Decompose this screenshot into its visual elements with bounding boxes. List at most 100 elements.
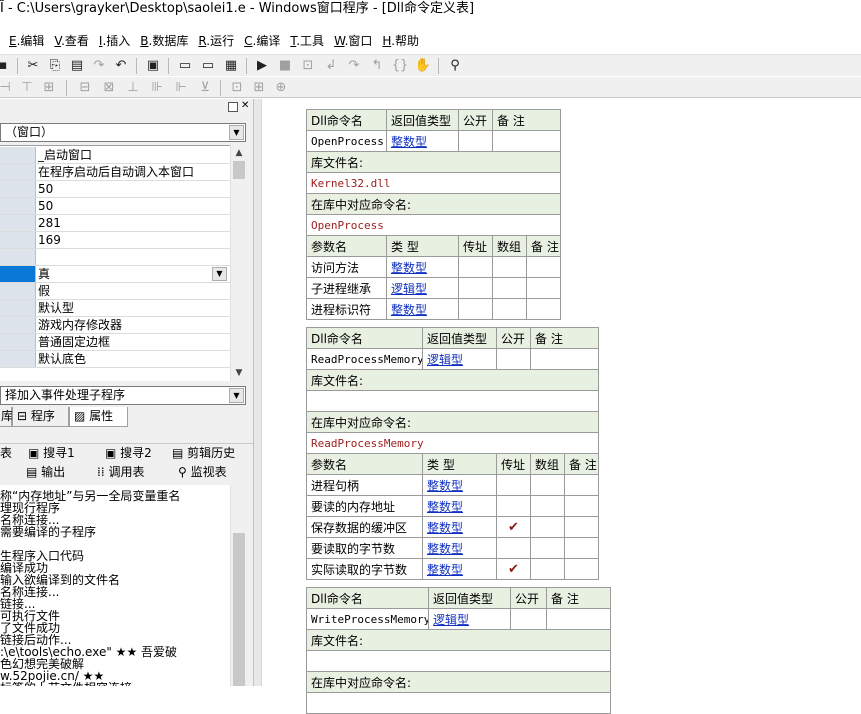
dll-name-value[interactable]: ReadProcessMemory bbox=[306, 348, 423, 370]
param-note[interactable] bbox=[563, 495, 600, 517]
return-type-value[interactable]: 整数型 bbox=[386, 130, 459, 152]
byref-cell[interactable] bbox=[496, 537, 531, 559]
chevron-down-icon[interactable]: ▼ bbox=[212, 267, 227, 281]
panel-float-icon[interactable] bbox=[228, 102, 238, 112]
run-icon[interactable]: ▶ bbox=[253, 57, 271, 75]
hand-icon[interactable]: ✋ bbox=[414, 57, 432, 75]
param-row[interactable]: 要读取的字节数 整数型 bbox=[306, 537, 600, 559]
param-name[interactable]: 进程标识符 bbox=[306, 298, 387, 320]
center-vertical-icon[interactable]: ⊻ bbox=[196, 79, 214, 97]
param-type[interactable]: 整数型 bbox=[386, 298, 459, 320]
param-type[interactable]: 逻辑型 bbox=[386, 277, 459, 299]
property-value[interactable]: 默认底色 bbox=[38, 351, 228, 367]
menu-run[interactable]: R.运行 bbox=[198, 30, 234, 52]
menu-tools[interactable]: T.工具 bbox=[290, 30, 324, 52]
property-value[interactable] bbox=[38, 249, 228, 265]
param-row[interactable]: 子进程继承 逻辑型 bbox=[306, 277, 562, 299]
align-top-icon[interactable]: ⊤ bbox=[18, 79, 36, 97]
grid-icon[interactable]: ⊡ bbox=[228, 79, 246, 97]
align-left-icon[interactable]: ⊣ bbox=[0, 79, 14, 97]
property-row[interactable]: 50 bbox=[0, 181, 230, 198]
lock-layout-icon[interactable]: ⊕ bbox=[272, 79, 290, 97]
param-note[interactable] bbox=[563, 516, 600, 538]
tab-watch[interactable]: ⚲ 监视表 bbox=[178, 463, 227, 482]
lib-file-value[interactable] bbox=[305, 390, 600, 412]
byref-cell[interactable] bbox=[458, 298, 493, 320]
checkmark-icon[interactable]: ✔ bbox=[496, 516, 531, 538]
step-icon[interactable]: ⊡ bbox=[299, 57, 317, 75]
menu-edit[interactable]: E.编辑 bbox=[9, 30, 44, 52]
property-row[interactable]: 50 bbox=[0, 198, 230, 215]
menu-help[interactable]: H.帮助 bbox=[382, 30, 419, 52]
center-horizontal-icon[interactable]: ⊩ bbox=[172, 79, 190, 97]
panel-close-icon[interactable]: ✕ bbox=[241, 100, 251, 112]
property-row[interactable]: 假 bbox=[0, 283, 230, 300]
property-row[interactable]: 169 bbox=[0, 232, 230, 249]
window-layout-3-icon[interactable]: ▦ bbox=[222, 57, 240, 75]
tab-clip-history[interactable]: ▤ 剪辑历史 bbox=[172, 444, 235, 463]
param-note[interactable] bbox=[525, 277, 562, 299]
property-value[interactable]: 普通固定边框 bbox=[38, 334, 228, 350]
undo-icon[interactable]: ↶ bbox=[112, 57, 130, 75]
stop-icon[interactable]: ■ bbox=[276, 57, 294, 75]
property-value[interactable]: 169 bbox=[38, 232, 228, 248]
tab-output[interactable]: ▤ 输出 bbox=[26, 463, 65, 482]
property-scrollbar[interactable]: ▲ ▼ bbox=[230, 145, 246, 381]
property-value[interactable]: 游戏内存修改器 bbox=[38, 317, 228, 333]
property-row[interactable]: 在程序启动后自动调入本窗口 bbox=[0, 164, 230, 181]
find-icon[interactable]: ▣ bbox=[144, 57, 162, 75]
property-row[interactable]: 游戏内存修改器 bbox=[0, 317, 230, 334]
note-value[interactable] bbox=[545, 608, 612, 630]
property-value[interactable]: _启动窗口 bbox=[38, 147, 228, 163]
param-row[interactable]: 保存数据的缓冲区 整数型 ✔ bbox=[306, 516, 600, 538]
param-row[interactable]: 要读的内存地址 整数型 bbox=[306, 495, 600, 517]
property-row[interactable]: 默认型 bbox=[0, 300, 230, 317]
copy-icon[interactable]: ⎘ bbox=[46, 57, 64, 75]
array-cell[interactable] bbox=[492, 256, 527, 278]
tab-properties[interactable]: ▨ 属性 bbox=[69, 407, 128, 427]
property-value[interactable]: 50 bbox=[38, 198, 228, 214]
lib-cmd-value[interactable]: ReadProcessMemory bbox=[305, 432, 600, 454]
window-layout-2-icon[interactable]: ▭ bbox=[199, 57, 217, 75]
output-scrollbar[interactable] bbox=[230, 485, 246, 686]
chevron-down-icon[interactable]: ▼ bbox=[229, 125, 244, 140]
property-row[interactable]: 真 ▼ bbox=[0, 266, 230, 283]
menu-view[interactable]: V.查看 bbox=[54, 30, 89, 52]
align-center-icon[interactable]: ⊞ bbox=[40, 79, 58, 97]
tab-call-stack[interactable]: ⁞⁞ 调用表 bbox=[97, 463, 144, 482]
public-value[interactable] bbox=[458, 130, 493, 152]
array-cell[interactable] bbox=[530, 516, 565, 538]
param-name[interactable]: 要读取的字节数 bbox=[306, 537, 423, 559]
step-into-icon[interactable]: ↲ bbox=[322, 57, 340, 75]
array-cell[interactable] bbox=[530, 474, 565, 496]
menu-window[interactable]: W.窗口 bbox=[334, 30, 372, 52]
property-value[interactable]: 281 bbox=[38, 215, 228, 231]
param-row[interactable]: 进程标识符 整数型 bbox=[306, 298, 562, 320]
param-name[interactable]: 进程句柄 bbox=[306, 474, 423, 496]
array-cell[interactable] bbox=[530, 495, 565, 517]
save-icon[interactable]: ▪ bbox=[0, 57, 12, 75]
tab-search1[interactable]: ▣ 搜寻1 bbox=[28, 444, 75, 463]
run-to-cursor-icon[interactable]: {} bbox=[391, 57, 409, 75]
param-note[interactable] bbox=[525, 256, 562, 278]
paste-icon[interactable]: ▤ bbox=[68, 57, 86, 75]
property-row[interactable] bbox=[0, 249, 230, 266]
lib-cmd-value[interactable]: OpenProcess bbox=[305, 214, 562, 236]
property-row[interactable]: 281 bbox=[0, 215, 230, 232]
scroll-thumb[interactable] bbox=[233, 533, 245, 686]
tab-program[interactable]: ⊟ 程序 bbox=[12, 407, 69, 427]
same-width-icon[interactable]: ⊟ bbox=[76, 79, 94, 97]
dll-name-value[interactable]: WriteProcessMemory bbox=[306, 608, 429, 630]
panel-splitter[interactable] bbox=[253, 99, 261, 686]
param-note[interactable] bbox=[563, 537, 600, 559]
window-layout-1-icon[interactable]: ▭ bbox=[176, 57, 194, 75]
space-horizontal-icon[interactable]: ⊥ bbox=[124, 79, 142, 97]
size-to-grid-icon[interactable]: ⊞ bbox=[250, 79, 268, 97]
note-value[interactable] bbox=[491, 130, 562, 152]
public-value[interactable] bbox=[496, 348, 531, 370]
param-type[interactable]: 整数型 bbox=[422, 495, 497, 517]
scroll-thumb[interactable] bbox=[233, 161, 245, 179]
property-value[interactable]: 真 bbox=[38, 266, 228, 282]
param-note[interactable] bbox=[525, 298, 562, 320]
param-type[interactable]: 整数型 bbox=[422, 474, 497, 496]
